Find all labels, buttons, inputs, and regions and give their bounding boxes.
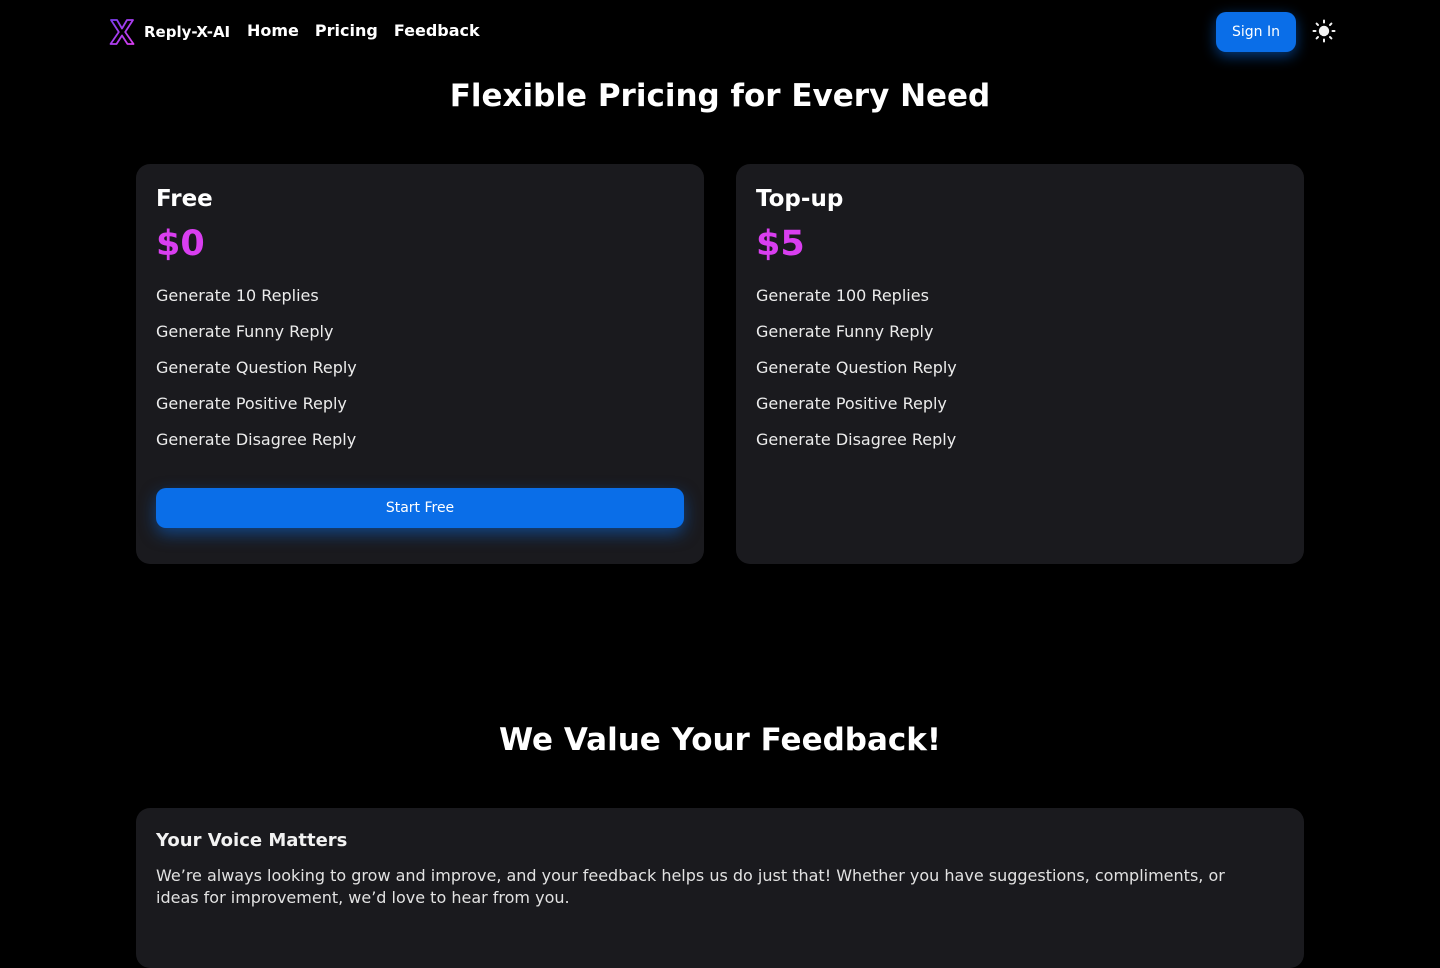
feedback-text: We’re always looking to grow and improve… (156, 866, 1225, 907)
feature-list: Generate 10 Replies Generate Funny Reply… (156, 278, 684, 458)
brand-name: Reply-X-AI (144, 23, 231, 41)
feedback-heading: Your Voice Matters (156, 830, 348, 851)
feature-item: Generate 10 Replies (156, 286, 319, 305)
navbar: Reply-X-AI Home Pricing Feedback Sign In (0, 0, 1440, 64)
feedback-title: We Value Your Feedback! (498, 722, 942, 758)
feature-item: Generate Positive Reply (756, 394, 947, 413)
pricing-title: Flexible Pricing for Every Need (449, 78, 991, 114)
feature-list: Generate 100 Replies Generate Funny Repl… (756, 278, 1284, 458)
feature-item: Generate Question Reply (756, 358, 957, 377)
nav-link-pricing[interactable]: Pricing (315, 21, 378, 40)
nav-link-home[interactable]: Home (247, 21, 299, 40)
sun-icon (1312, 19, 1336, 43)
feature-item: Generate Funny Reply (156, 322, 334, 341)
feature-item: Generate Funny Reply (756, 322, 934, 341)
feature-item: Generate Positive Reply (156, 394, 347, 413)
feature-item: Generate Disagree Reply (156, 430, 357, 449)
start-free-button[interactable]: Start Free (156, 488, 684, 528)
nav-links: Home Pricing Feedback (247, 21, 480, 40)
x-logo-icon (108, 18, 136, 46)
plan-name: Free (156, 186, 213, 212)
feature-item: Generate 100 Replies (756, 286, 929, 305)
brand-logo-link[interactable]: Reply-X-AI (108, 18, 230, 46)
feedback-card: Your Voice Matters We’re always looking … (136, 808, 1304, 968)
pricing-card-topup: Top-up $5 Generate 100 Replies Generate … (736, 164, 1304, 564)
feature-item: Generate Disagree Reply (756, 430, 957, 449)
nav-link-feedback[interactable]: Feedback (394, 21, 480, 40)
feature-item: Generate Question Reply (156, 358, 357, 377)
plan-price: $5 (756, 224, 805, 264)
plan-price: $0 (156, 224, 205, 264)
theme-toggle-button[interactable] (1312, 19, 1336, 43)
pricing-card-free: Free $0 Generate 10 Replies Generate Fun… (136, 164, 704, 564)
plan-name: Top-up (756, 186, 844, 212)
sign-in-button[interactable]: Sign In (1216, 12, 1296, 52)
